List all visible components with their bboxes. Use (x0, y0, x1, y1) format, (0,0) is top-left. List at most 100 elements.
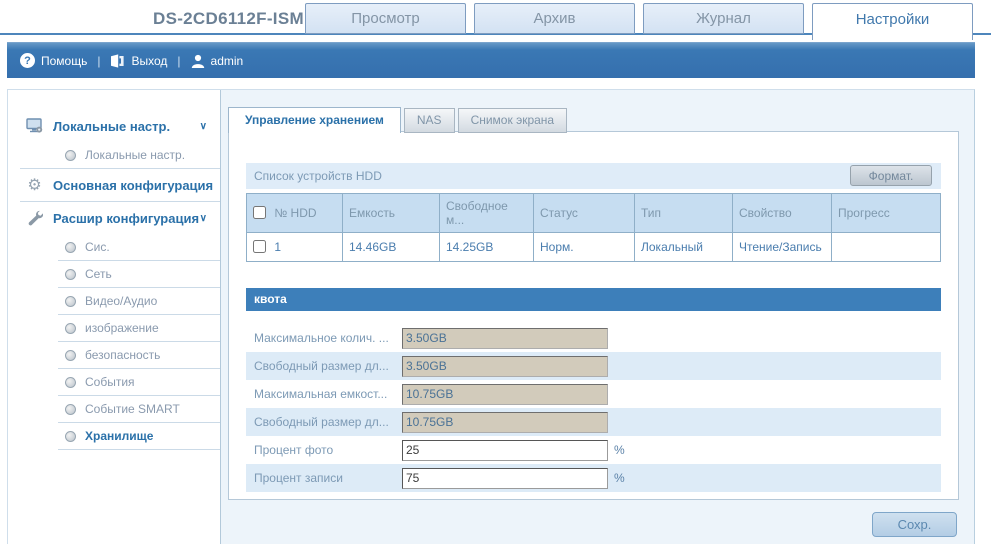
device-model-title: DS-2CD6112F-ISM (153, 9, 304, 29)
top-header: DS-2CD6112F-ISM Просмотр Архив Журнал На… (7, 0, 975, 40)
storage-tabs: Управление хранением NAS Снимок экрана (228, 107, 570, 133)
hdd-row-checkbox[interactable] (253, 240, 266, 253)
tab-snapshot[interactable]: Снимок экрана (458, 108, 568, 133)
column-header: Тип (635, 194, 733, 233)
bullet-icon (65, 377, 76, 388)
hdd-status-cell: Норм. (534, 233, 635, 262)
sidebar-subitem-network[interactable]: Сеть (8, 261, 220, 287)
tab-playback[interactable]: Архив (474, 3, 635, 34)
logout-link[interactable]: Выход (110, 54, 167, 68)
tab-settings[interactable]: Настройки (812, 3, 973, 40)
sidebar-subitem-system[interactable]: Сис. (8, 234, 220, 260)
column-header: Свободное м... (440, 194, 534, 233)
help-icon: ? (20, 53, 35, 68)
percent-suffix: % (614, 471, 625, 485)
settings-sidebar: Локальные настр. ∨ Локальные настр. ⚙ Ос… (8, 90, 221, 544)
hdd-table-header-row: № HDD Емкость Свободное м... Статус Тип … (247, 194, 941, 233)
sidebar-item-local-settings[interactable]: Локальные настр. ∨ (8, 110, 220, 142)
quota-form: Максимальное колич. ... Свободный размер… (246, 324, 941, 492)
sidebar-subitem-smart-event[interactable]: Событие SMART (8, 396, 220, 422)
hdd-capacity-cell: 14.46GB (343, 233, 440, 262)
bullet-icon (65, 404, 76, 415)
quota-row-max-picture: Максимальное колич. ... (246, 324, 941, 352)
hdd-list-title: Список устройств HDD (254, 169, 382, 183)
sidebar-subitem-label: изображение (85, 321, 159, 335)
logout-icon (110, 54, 125, 68)
sidebar-subitem-label: События (85, 375, 135, 389)
column-header: Статус (534, 194, 635, 233)
sidebar-item-label: Расшир конфигурация (53, 211, 199, 226)
quota-row-free-picture: Свободный размер дл... (246, 352, 941, 380)
quota-section-header: квота (246, 288, 941, 311)
column-header: № HDD (274, 206, 316, 220)
tab-log[interactable]: Журнал (643, 3, 804, 34)
sidebar-subitem-storage[interactable]: Хранилище (8, 423, 220, 449)
sidebar-subitem-label: Сеть (85, 267, 112, 281)
quota-row-record-percent: Процент записи % (246, 464, 941, 492)
help-label: Помощь (41, 54, 87, 68)
record-percent-input[interactable] (402, 468, 608, 489)
field-label: Максимальное колич. ... (254, 331, 402, 345)
logout-label: Выход (131, 54, 167, 68)
tab-nas[interactable]: NAS (404, 108, 455, 133)
storage-panel: Список устройств HDD Формат. № HDD Емкос… (228, 131, 959, 500)
sidebar-subitem-label: Видео/Аудио (85, 294, 157, 308)
column-header: Прогресс (832, 194, 941, 233)
tab-live-view[interactable]: Просмотр (305, 3, 466, 34)
sidebar-subitem-label: безопасность (85, 348, 160, 362)
bullet-icon (65, 350, 76, 361)
select-all-checkbox[interactable] (253, 206, 266, 219)
sidebar-subitem-label: Хранилище (85, 429, 153, 443)
bullet-icon (65, 150, 76, 161)
quota-row-max-record: Максимальная емкост... (246, 380, 941, 408)
hdd-table: № HDD Емкость Свободное м... Статус Тип … (246, 193, 941, 262)
main-nav-tabs: Просмотр Архив Журнал Настройки (305, 3, 973, 40)
sidebar-item-basic-config[interactable]: ⚙ Основная конфигурация (8, 169, 220, 201)
bullet-icon (65, 242, 76, 253)
sidebar-divider (58, 449, 220, 450)
field-label: Максимальная емкост... (254, 387, 402, 401)
column-header: Емкость (343, 194, 440, 233)
help-link[interactable]: ? Помощь (20, 53, 87, 68)
chevron-down-icon: ∨ (200, 213, 207, 224)
picture-percent-input[interactable] (402, 440, 608, 461)
sidebar-subitem-label: Локальные настр. (85, 148, 185, 162)
field-label: Свободный размер дл... (254, 415, 402, 429)
bullet-icon (65, 296, 76, 307)
sidebar-subitem-security[interactable]: безопасность (8, 342, 220, 368)
format-button[interactable]: Формат. (850, 165, 932, 186)
field-label: Процент записи (254, 471, 402, 485)
sidebar-subitem-local-settings[interactable]: Локальные настр. (8, 142, 220, 168)
sidebar-subitem-events[interactable]: События (8, 369, 220, 395)
hdd-type-cell: Локальный (635, 233, 733, 262)
percent-suffix: % (614, 443, 625, 457)
user-toolbar: ? Помощь | Выход | admin (7, 42, 975, 78)
toolbar-separator: | (177, 54, 180, 68)
hdd-list-header: Список устройств HDD Формат. (246, 163, 941, 189)
sidebar-item-advanced-config[interactable]: Расшир конфигурация ∨ (8, 202, 220, 234)
bullet-icon (65, 323, 76, 334)
storage-settings-main: Управление хранением NAS Снимок экрана С… (221, 90, 974, 544)
max-record-capacity-field (402, 384, 608, 405)
monitor-icon (25, 118, 44, 134)
username-label: admin (211, 54, 244, 68)
sidebar-subitem-image[interactable]: изображение (8, 315, 220, 341)
quota-row-picture-percent: Процент фото % (246, 436, 941, 464)
user-icon (191, 54, 205, 68)
tab-storage-management[interactable]: Управление хранением (228, 107, 401, 133)
sidebar-subitem-video-audio[interactable]: Видео/Аудио (8, 288, 220, 314)
hdd-progress-cell (832, 233, 941, 262)
hdd-free-space-cell: 14.25GB (440, 233, 534, 262)
toolbar-separator: | (97, 54, 100, 68)
content-region: Локальные настр. ∨ Локальные настр. ⚙ Ос… (7, 89, 975, 544)
free-picture-size-field (402, 356, 608, 377)
app-window: DS-2CD6112F-ISM Просмотр Архив Журнал На… (7, 0, 975, 544)
gear-icon: ⚙ (25, 177, 44, 193)
bullet-icon (65, 431, 76, 442)
bullet-icon (65, 269, 76, 280)
wrench-icon (25, 210, 44, 226)
sidebar-item-label: Локальные настр. (53, 119, 170, 134)
save-button[interactable]: Сохр. (872, 512, 957, 537)
hdd-property-cell: Чтение/Запись (733, 233, 832, 262)
quota-row-free-record: Свободный размер дл... (246, 408, 941, 436)
